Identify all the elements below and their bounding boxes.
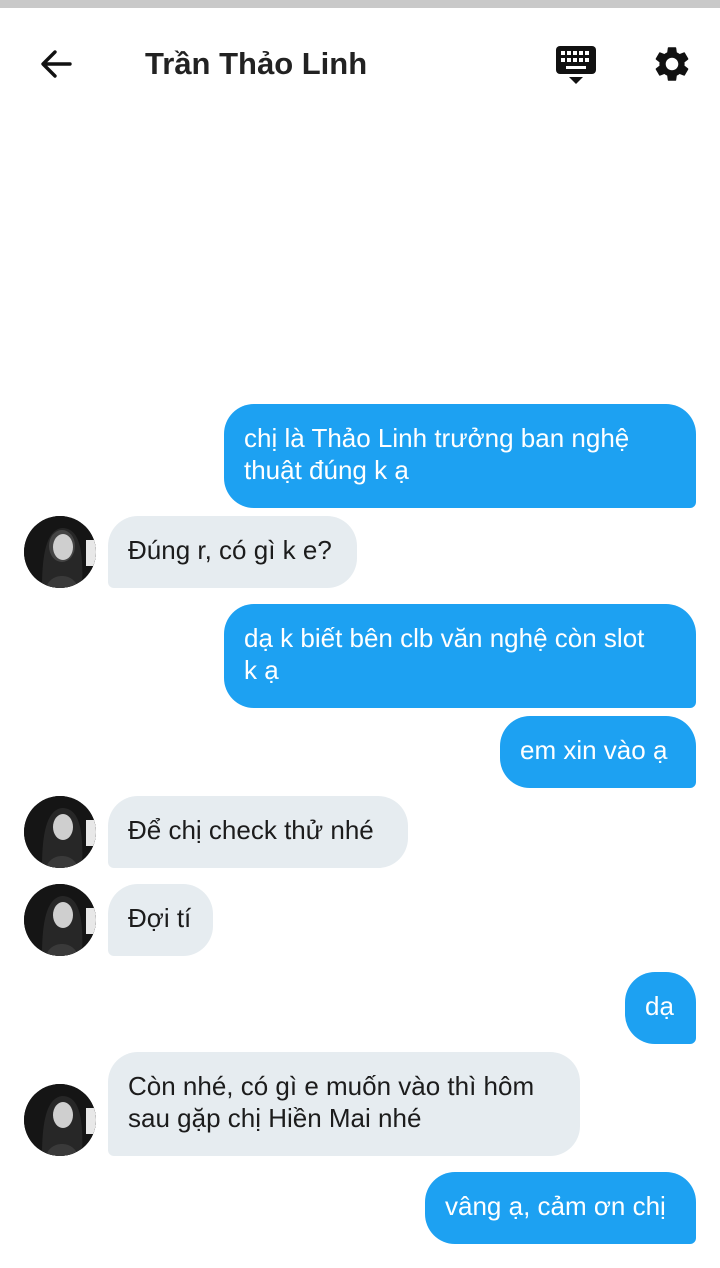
chat-header: Trần Thảo Linh — [0, 8, 720, 120]
outgoing-message[interactable]: dạ k biết bên clb văn nghệ còn slot k ạ — [224, 604, 696, 708]
message-line: Còn nhé, có gì e muốn vào thì hôm — [128, 1071, 535, 1101]
avatar-photo — [24, 884, 96, 956]
message-line: em xin vào ạ — [520, 735, 668, 765]
message-line: vâng ạ, cảm ơn chị — [445, 1191, 666, 1221]
outgoing-message[interactable]: dạ — [625, 972, 696, 1044]
incoming-message[interactable]: Để chị check thử nhé — [108, 796, 408, 868]
avatar-photo — [24, 1084, 96, 1156]
avatar-photo — [24, 516, 96, 588]
contact-avatar[interactable] — [24, 884, 96, 956]
message-line: Để chị check thử nhé — [128, 815, 374, 845]
conversation-title: Trần Thảo Linh — [145, 46, 368, 81]
back-button[interactable] — [30, 38, 82, 90]
outgoing-message[interactable]: em xin vào ạ — [500, 716, 696, 788]
arrow-left-icon — [41, 50, 72, 78]
gear-icon — [655, 47, 689, 81]
message-line: dạ — [645, 991, 674, 1021]
settings-button[interactable] — [644, 36, 700, 92]
message-line: dạ k biết bên clb văn nghệ còn slot — [244, 623, 645, 653]
message-line: Đợi tí — [128, 903, 192, 933]
message-line: sau gặp chị Hiền Mai nhé — [128, 1103, 422, 1133]
incoming-message[interactable]: Đúng r, có gì k e? — [108, 516, 357, 588]
contact-avatar[interactable] — [24, 796, 96, 868]
keyboard-button[interactable] — [548, 38, 604, 94]
outgoing-message[interactable]: chị là Thảo Linh trưởng ban nghệ thuật đ… — [224, 404, 696, 508]
status-bar — [0, 0, 720, 8]
message-line: k ạ — [244, 655, 279, 685]
incoming-message[interactable]: Còn nhé, có gì e muốn vào thì hôm sau gặ… — [108, 1052, 580, 1156]
keyboard-icon — [556, 46, 596, 84]
message-line: chị là Thảo Linh trưởng ban nghệ — [244, 423, 630, 453]
avatar-photo — [24, 796, 96, 868]
contact-avatar[interactable] — [24, 1084, 96, 1156]
message-line: Đúng r, có gì k e? — [128, 535, 332, 565]
incoming-message[interactable]: Đợi tí — [108, 884, 213, 956]
outgoing-message[interactable]: vâng ạ, cảm ơn chị — [425, 1172, 696, 1244]
message-line: thuật đúng k ạ — [244, 455, 409, 485]
contact-avatar[interactable] — [24, 516, 96, 588]
